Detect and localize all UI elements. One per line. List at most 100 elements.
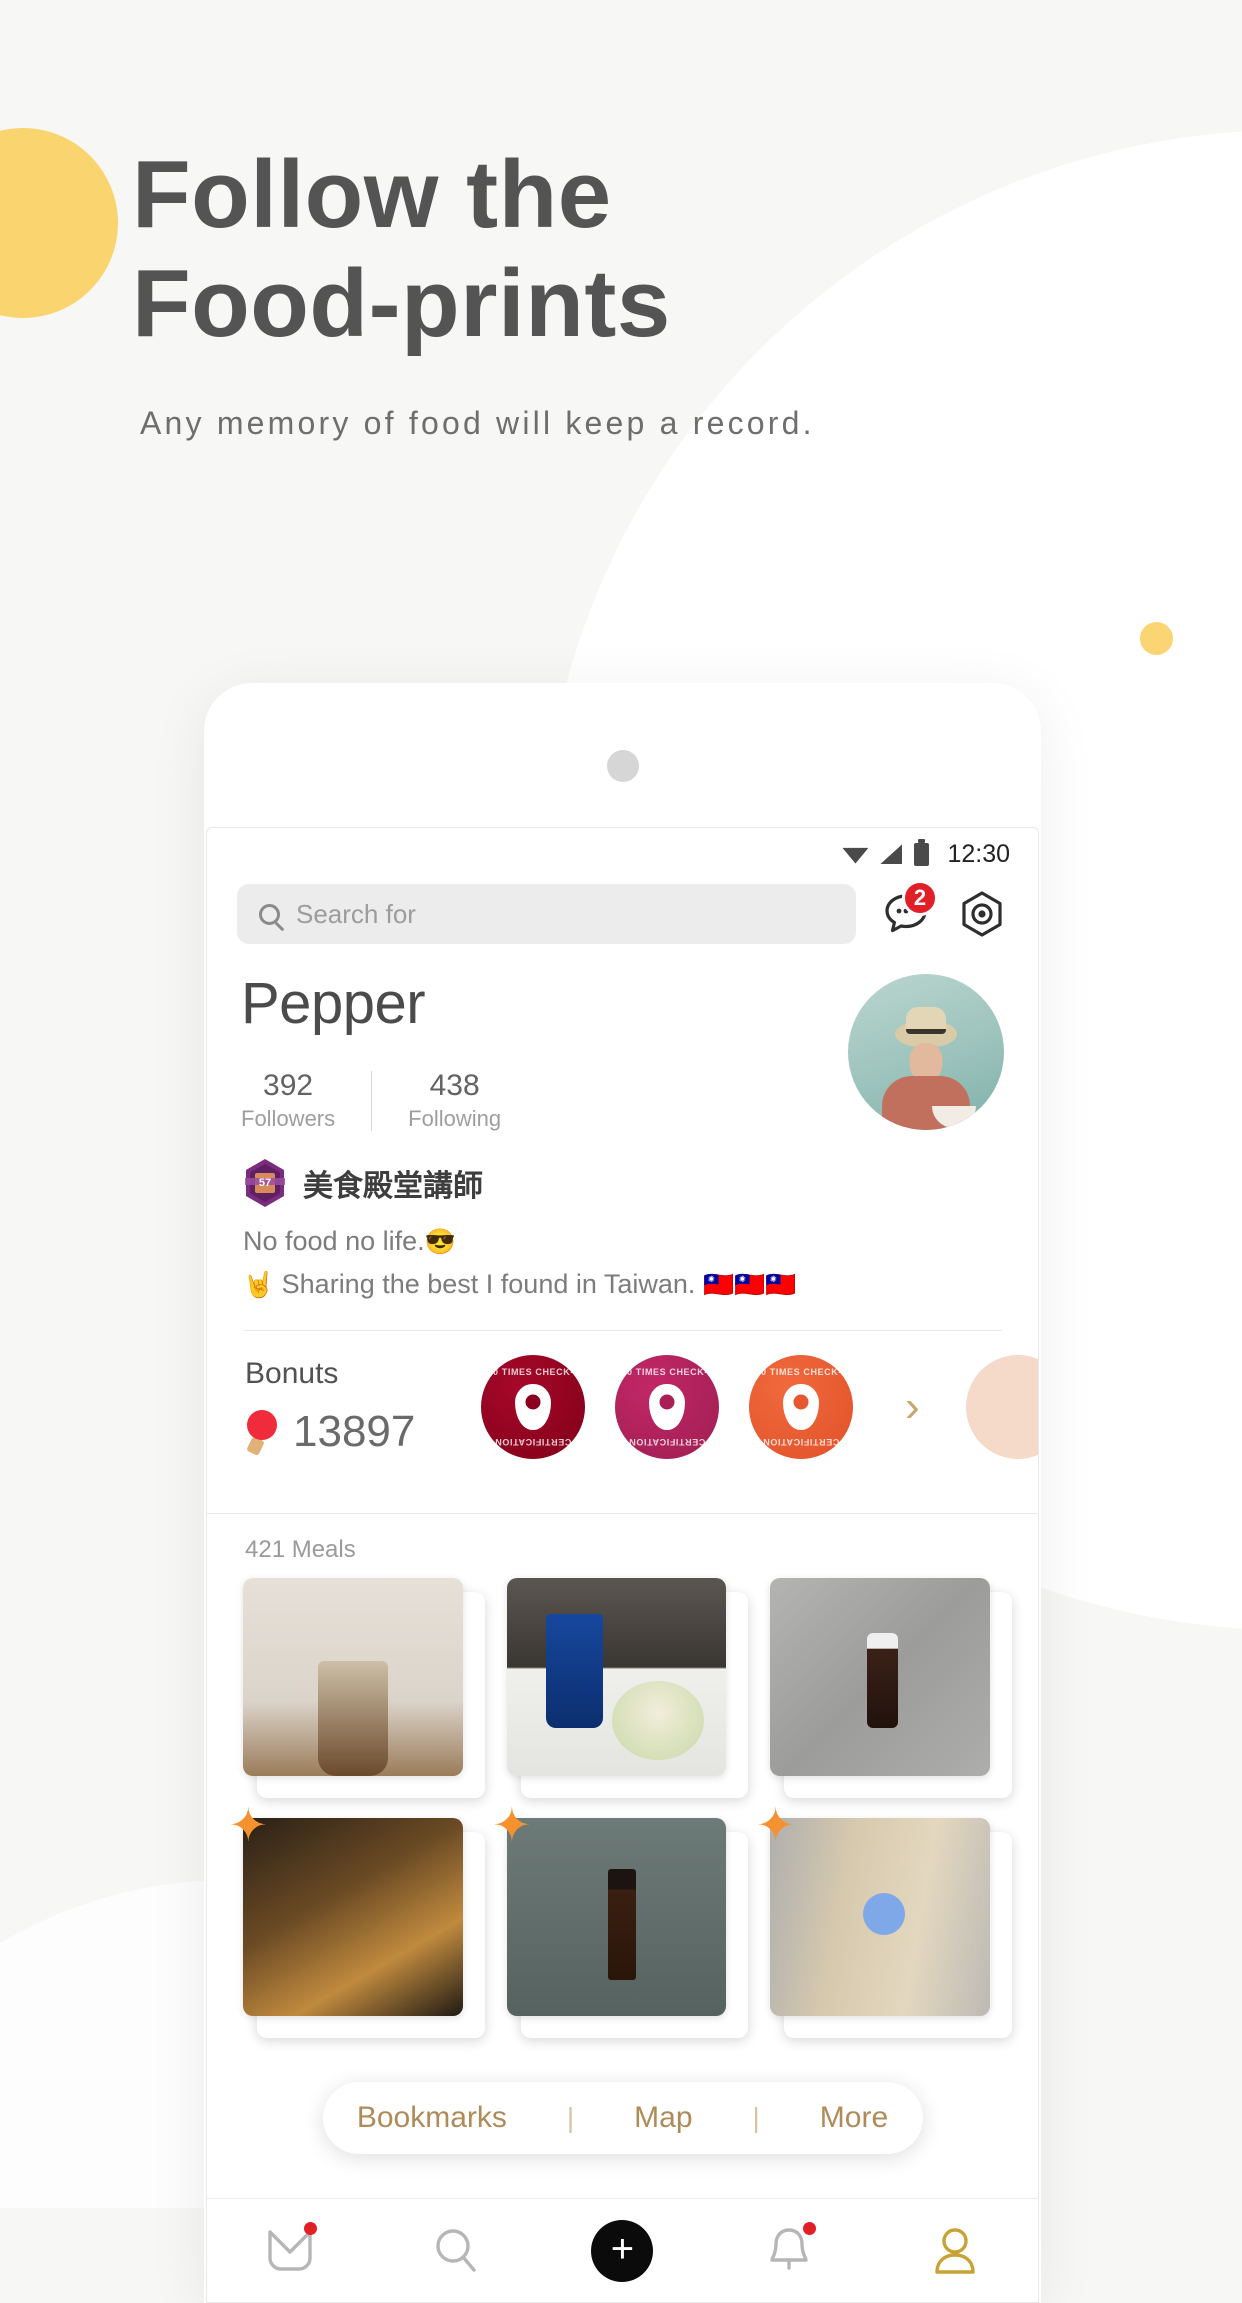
meal-card[interactable] xyxy=(243,1578,485,1798)
phone-camera-icon xyxy=(606,750,639,782)
meal-photo xyxy=(770,1818,990,2016)
medal-top-text: 500 TIMES CHECK-IN xyxy=(615,1367,719,1377)
nav-add[interactable]: + xyxy=(579,2216,665,2286)
hero-title-line-1: Follow the xyxy=(132,141,612,248)
taiwan-flag-emoji-icon: 🇹🇼🇹🇼🇹🇼 xyxy=(702,1271,797,1299)
search-icon xyxy=(436,2228,476,2272)
medal-badge-3: 500 TIMES CHECK-IN CERTIFICATION xyxy=(749,1355,853,1459)
status-time: 12:30 xyxy=(947,839,1010,868)
search-row: Search for 2 xyxy=(207,874,1038,944)
search-icon xyxy=(259,903,280,925)
following-count: 438 xyxy=(429,1069,480,1102)
stats-divider xyxy=(371,1070,373,1131)
bonuts-label: Bonuts xyxy=(245,1357,339,1390)
meal-card[interactable] xyxy=(506,1578,749,1798)
meal-photo xyxy=(770,1578,990,1776)
meals-grid: ✦ ✦ ✦ xyxy=(207,1578,1038,2038)
nav-search[interactable] xyxy=(413,2216,499,2286)
avatar[interactable] xyxy=(848,974,1004,1130)
battery-icon xyxy=(914,838,930,866)
level-badge-number: 57 xyxy=(259,1177,271,1189)
settings-button[interactable] xyxy=(956,888,1008,940)
phone-screen: 12:30 Search for 2 Pepper 392 Followers … xyxy=(206,827,1039,2303)
meals-count: 421 Meals xyxy=(245,1536,356,1563)
bio-line-1-text: No food no life. xyxy=(243,1226,425,1256)
nav-feed[interactable] xyxy=(247,2216,333,2286)
rock-hand-emoji-icon: 🤘 xyxy=(243,1271,275,1299)
profile-header: Pepper 392 Followers 438 Following xyxy=(207,944,1038,1132)
chat-badge-count: 2 xyxy=(902,880,938,916)
pill-separator: | xyxy=(752,2102,760,2133)
bio-line-1: No food no life.😎 xyxy=(243,1226,1002,1257)
nav-profile[interactable] xyxy=(912,2216,998,2286)
medal-bottom-text: CERTIFICATION xyxy=(628,1437,706,1447)
meal-photo xyxy=(506,1818,727,2016)
more-button[interactable]: More xyxy=(812,2101,896,2135)
medal-item[interactable]: 500 TIMES CHECK-IN CERTIFICATION xyxy=(615,1355,719,1459)
search-input[interactable]: Search for xyxy=(237,884,856,944)
search-placeholder: Search for xyxy=(296,898,416,929)
pill-separator: | xyxy=(566,2102,575,2133)
meal-photo xyxy=(243,1578,463,1776)
sparkle-icon: ✦ xyxy=(492,1799,532,1851)
bottom-navigation: + xyxy=(207,2198,1038,2302)
level-badge: 57 xyxy=(243,1158,287,1208)
followers-stat[interactable]: 392 Followers xyxy=(241,1069,335,1132)
sparkle-icon: ✦ xyxy=(756,1799,795,1851)
bonuts-section: Bonuts 13897 500 TIMES CHECK-IN CERTIFIC… xyxy=(207,1331,1038,1483)
meal-card[interactable]: ✦ xyxy=(756,1799,1012,2038)
medals-carousel[interactable]: 500 TIMES CHECK-IN CERTIFICATION 500 TIM… xyxy=(451,1355,1038,1459)
meal-photo xyxy=(506,1578,727,1776)
bio-title: 美食殿堂講師 xyxy=(303,1170,483,1203)
yellow-dot-accent xyxy=(1140,622,1173,655)
map-button[interactable]: Map xyxy=(626,2101,700,2135)
following-stat[interactable]: 438 Following xyxy=(408,1069,501,1132)
profile-bio: 57 美食殿堂講師 No food no life.😎 🤘 Sharing th… xyxy=(207,1132,1038,1331)
location-pin-icon xyxy=(783,1384,819,1430)
medal-badge-2: 500 TIMES CHECK-IN CERTIFICATION xyxy=(615,1355,719,1459)
medal-top-text: 500 TIMES CHECK-IN xyxy=(481,1367,585,1377)
followers-count: 392 xyxy=(263,1069,314,1102)
sunglasses-emoji-icon: 😎 xyxy=(424,1228,456,1256)
meal-card[interactable]: ✦ xyxy=(229,1799,485,2038)
meal-card[interactable] xyxy=(770,1578,1012,1798)
add-button[interactable]: + xyxy=(591,2219,654,2282)
bookmarks-button[interactable]: Bookmarks xyxy=(349,2101,515,2135)
nav-notifications[interactable] xyxy=(746,2216,832,2286)
page-title: Follow the Food-prints xyxy=(132,140,932,359)
sparkle-icon: ✦ xyxy=(229,1799,268,1851)
bio-line-2-text: Sharing the best I found in Taiwan. xyxy=(281,1269,696,1299)
hero-section: Follow the Food-prints Any memory of foo… xyxy=(0,0,1242,442)
avatar-face xyxy=(909,1042,943,1081)
wifi-icon xyxy=(842,847,869,864)
medal-bottom-text: CERTIFICATION xyxy=(762,1437,840,1447)
followers-label: Followers xyxy=(241,1106,336,1131)
notification-dot xyxy=(802,2221,816,2235)
status-bar: 12:30 xyxy=(207,828,1038,874)
phone-mockup: 12:30 Search for 2 Pepper 392 Followers … xyxy=(204,683,1041,2303)
location-pin-icon xyxy=(649,1384,685,1430)
level-badge-row[interactable]: 57 美食殿堂講師 xyxy=(243,1158,1002,1208)
following-label: Following xyxy=(408,1106,502,1131)
chevron-right-icon[interactable]: › xyxy=(905,1382,920,1432)
location-pin-icon xyxy=(515,1384,551,1430)
hero-title-line-2: Food-prints xyxy=(132,250,671,358)
meal-photo xyxy=(243,1818,463,2016)
signal-icon xyxy=(880,844,903,864)
profile-name: Pepper xyxy=(241,971,426,1036)
bio-line-2: 🤘 Sharing the best I found in Taiwan. 🇹🇼… xyxy=(243,1269,1002,1300)
chat-button[interactable]: 2 xyxy=(878,880,938,942)
medal-badge-next-peek xyxy=(965,1355,1038,1459)
profile-stats: 392 Followers 438 Following xyxy=(241,1069,848,1132)
profile-icon xyxy=(935,2227,975,2274)
bonuts-value: 13897 xyxy=(293,1407,416,1456)
floating-action-pill: Bookmarks | Map | More xyxy=(322,2082,923,2154)
medal-bottom-text: CERTIFICATION xyxy=(494,1437,572,1447)
medal-badge-1: 500 TIMES CHECK-IN CERTIFICATION xyxy=(481,1355,585,1459)
lollipop-icon xyxy=(245,1410,279,1457)
notification-dot xyxy=(304,2221,318,2235)
medal-item[interactable]: 500 TIMES CHECK-IN CERTIFICATION xyxy=(451,1355,615,1459)
meal-card[interactable]: ✦ xyxy=(493,1799,749,2038)
medal-item[interactable]: 500 TIMES CHECK-IN CERTIFICATION xyxy=(749,1355,853,1459)
hero-subtitle: Any memory of food will keep a record. xyxy=(140,404,815,441)
